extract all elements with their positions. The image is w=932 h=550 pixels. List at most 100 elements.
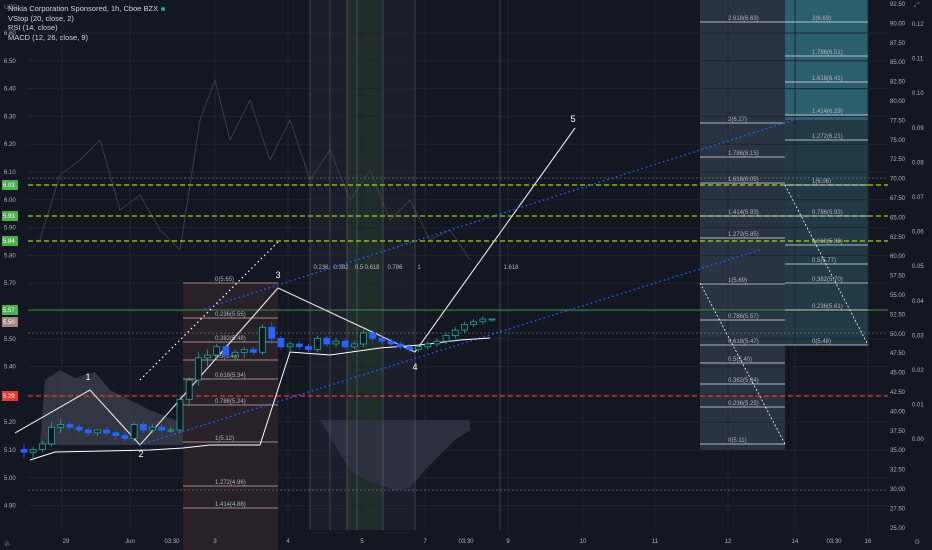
candle-body xyxy=(277,338,285,348)
candle-body xyxy=(29,449,37,453)
fib-mid-label: 1.272(5.85) xyxy=(728,232,759,238)
legend-indicator-rsi[interactable]: RSI (14, close) xyxy=(8,23,165,33)
right-axis-tick-a: 50.00 xyxy=(890,332,906,338)
fib-timezone-label: 1.618 xyxy=(503,265,519,271)
right-axis-tick-a: 62.50 xyxy=(890,235,906,241)
candle-body xyxy=(38,443,46,450)
right-axis-tick-b: 0.04 xyxy=(912,299,924,305)
candle-body xyxy=(323,338,331,345)
right-axis-tick-a: 37.50 xyxy=(890,429,906,435)
fib-right-label: 2(6.63) xyxy=(812,16,831,22)
legend: Nokia Corporation Sponsored, 1h, Cboe BZ… xyxy=(8,4,166,43)
left-axis-tick: 6.50 xyxy=(4,59,16,65)
right-axis-tick-b: 0.10 xyxy=(912,91,924,97)
fib-mid-label: 0.382(5.34) xyxy=(728,378,759,384)
left-axis-tick: 5.00 xyxy=(4,476,16,482)
candle-body xyxy=(442,335,450,342)
right-axis-tick-b: 0.07 xyxy=(912,195,924,201)
right-axis-tick-a: 55.00 xyxy=(890,293,906,299)
left-axis-tick: 6.00 xyxy=(4,198,16,204)
right-axis-tick-a: 25.00 xyxy=(890,526,906,532)
timezone-icon[interactable]: ⊘ xyxy=(4,540,10,548)
right-axis-tick-b: 0.05 xyxy=(912,264,924,270)
right-axis-tick-b: 0.03 xyxy=(912,333,924,339)
time-axis-tick: 03:30 xyxy=(458,539,474,545)
fib-left-label: 1.414(4.88) xyxy=(215,502,246,508)
right-axis-tick-a: 65.00 xyxy=(890,215,906,221)
right-axis-tick-a: 82.50 xyxy=(890,80,906,86)
fib-timezone-label: 0.618 xyxy=(364,265,380,271)
time-axis-tick: Jun xyxy=(125,539,135,545)
left-axis-tick: 5.80 xyxy=(4,253,16,259)
candle-body xyxy=(48,426,55,445)
candle-body xyxy=(259,326,266,353)
price-tag-label: 5.57 xyxy=(3,308,15,314)
legend-title[interactable]: Nokia Corporation Sponsored, 1h, Cboe BZ… xyxy=(8,4,166,14)
right-axis-tick-b: 0.01 xyxy=(912,403,924,409)
fib-right-label: 1.618(6.41) xyxy=(812,76,843,82)
price-tag-label: 5.93 xyxy=(3,214,15,220)
fib-timezone-label: 0.236 xyxy=(313,265,329,271)
right-axis-tick-a: 80.00 xyxy=(890,99,906,105)
candle-body xyxy=(360,332,367,345)
candle-body xyxy=(286,343,294,348)
right-axis-tick-a: 30.00 xyxy=(890,487,906,493)
left-axis-tick: 6.40 xyxy=(4,87,16,93)
left-axis-tick: 5.50 xyxy=(4,337,16,343)
candle-body xyxy=(332,340,340,345)
candle-body xyxy=(84,429,92,434)
candle-body xyxy=(424,343,432,348)
legend-indicator-vstop[interactable]: VStop (20, close, 2) xyxy=(8,14,165,24)
left-axis-tick: 5.90 xyxy=(4,226,16,232)
fib-mid-label: 1.414(5.93) xyxy=(728,210,759,216)
fib-timezone-label: 0.382 xyxy=(333,265,349,271)
right-axis-tick-a: 92.50 xyxy=(890,2,906,8)
right-axis-tick-a: 70.00 xyxy=(890,177,906,183)
fib-timezone-label: 0.786 xyxy=(387,265,403,271)
time-axis-tick: 29 xyxy=(63,539,70,545)
right-axis-tick-a: 32.50 xyxy=(890,468,906,474)
candle-body xyxy=(94,429,101,434)
candle-body xyxy=(204,354,211,359)
left-axis-tick: 5.70 xyxy=(4,281,16,287)
fib-right-label: 1.414(6.29) xyxy=(812,109,843,115)
price-chart[interactable]: 0(5.65)0.236(5.55)0.382(5.48)0.5(5.43)0.… xyxy=(0,0,932,550)
right-axis-tick-a: 67.50 xyxy=(890,196,906,202)
candle-body xyxy=(240,349,248,353)
wave-label: 3 xyxy=(275,270,280,280)
time-axis-tick: 03:30 xyxy=(164,539,180,545)
legend-indicator-macd[interactable]: MACD (12, 26, close, 9) xyxy=(8,33,165,43)
time-axis-tick: 03:30 xyxy=(826,539,842,545)
right-axis-tick-a: 52.50 xyxy=(890,312,906,318)
fib-right-label: 1.786(6.51) xyxy=(812,50,843,56)
fib-mid-label: 2.618(6.63) xyxy=(728,16,759,22)
left-axis-tick: 5.20 xyxy=(4,420,16,426)
right-axis-tick-b: 0.12 xyxy=(912,22,924,28)
candle-body xyxy=(250,349,257,353)
right-axis-tick-a: 40.00 xyxy=(890,409,906,415)
candle-body xyxy=(488,318,496,321)
candle-body xyxy=(378,338,386,342)
settings-icon[interactable]: ⚙ xyxy=(914,538,920,546)
candle-body xyxy=(406,346,413,350)
fib-left-label: 0(5.65) xyxy=(215,277,234,283)
right-axis-tick-a: 45.00 xyxy=(890,371,906,377)
candle-body xyxy=(139,424,147,431)
candle-body xyxy=(176,399,184,431)
candle-body xyxy=(121,435,129,439)
fib-mid-label: 1.786(6.15) xyxy=(728,151,759,157)
candle-body xyxy=(415,346,422,350)
candle-body xyxy=(231,351,239,356)
wave-label: 1 xyxy=(85,372,90,382)
fib-mid-label: 1.618(6.05) xyxy=(728,177,759,183)
right-axis-tick-a: 72.50 xyxy=(890,157,906,163)
right-axis-tick-a: 47.50 xyxy=(890,351,906,357)
left-axis-tick: 4.90 xyxy=(4,504,16,510)
candle-body xyxy=(20,449,28,453)
fib-mid-label: 0.5(5.40) xyxy=(728,357,752,363)
fib-left-label: 0.236(5.55) xyxy=(215,312,246,318)
candle-body xyxy=(213,346,221,356)
status-dot xyxy=(161,7,166,12)
fib-right-label: 0.236(5.61) xyxy=(812,304,843,310)
expand-icon[interactable]: ⤢ xyxy=(914,2,920,10)
